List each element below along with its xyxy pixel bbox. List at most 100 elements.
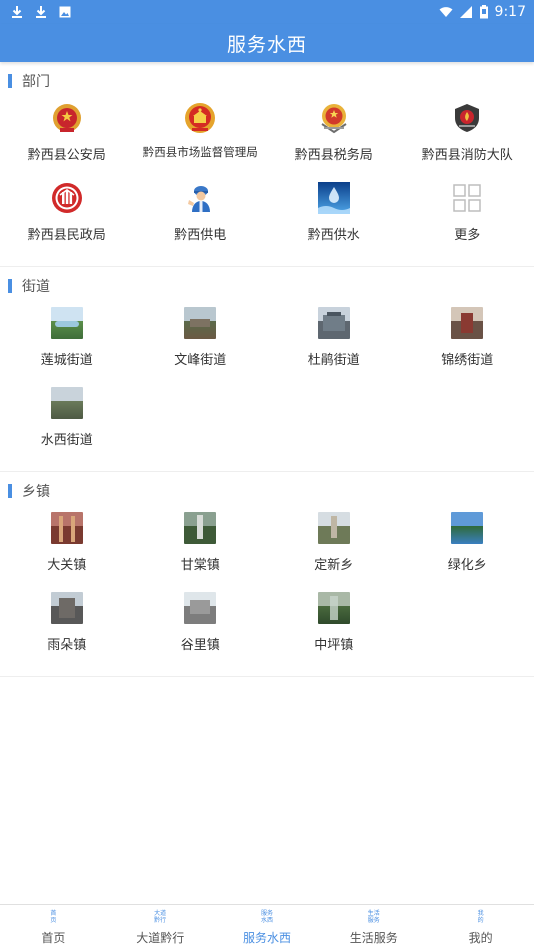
power-worker-icon <box>184 182 216 214</box>
title-bar: 服务水西 <box>0 24 534 62</box>
town-label: 大关镇 <box>47 558 87 573</box>
department-label: 黔西县市场监督管理局 <box>142 145 258 159</box>
nav-label: 首页 <box>41 931 66 945</box>
town-label: 中坪镇 <box>314 638 354 653</box>
town-item[interactable]: 谷里镇 <box>134 590 268 670</box>
town-photo <box>184 512 217 544</box>
nav-icon-text: 页 <box>50 917 57 924</box>
screen: 9:17 服务水西 部门 黔西县公安局 黔西县市场监督管理局 黔西县税务局 黔西… <box>0 0 534 950</box>
department-item[interactable]: 更多 <box>401 180 534 260</box>
department-item[interactable]: 黔西供水 <box>267 180 401 260</box>
bottom-nav: 首 页 首页 大道 黔行 大道黔行 服务 水西 服务水西 生活 服务 生活服务 <box>0 904 534 950</box>
national-emblem-icon <box>184 102 216 134</box>
department-item[interactable]: 黔西供电 <box>134 180 268 260</box>
nav-icon-text: 首 <box>50 910 57 917</box>
town-photo <box>184 592 217 624</box>
police-emblem-icon <box>51 102 83 134</box>
street-item[interactable]: 水西街道 <box>0 385 134 465</box>
street-grid: 莲城街道 文峰街道 杜鹃街道 锦绣街道 水西街道 <box>0 305 534 465</box>
nav-icon-text: 服务 <box>367 917 380 924</box>
town-item[interactable]: 甘棠镇 <box>134 510 268 590</box>
nav-icon-text: 的 <box>477 917 484 924</box>
section-header: 部门 <box>0 62 534 100</box>
tax-emblem-icon <box>318 102 350 134</box>
download-icon <box>12 6 22 18</box>
nav-label: 大道黔行 <box>136 931 185 945</box>
department-label: 黔西县民政局 <box>27 228 106 243</box>
dadao-icon: 大道 黔行 <box>150 909 170 925</box>
street-label: 水西街道 <box>40 433 93 448</box>
town-label: 定新乡 <box>314 558 354 573</box>
department-grid: 黔西县公安局 黔西县市场监督管理局 黔西县税务局 黔西县消防大队 黔西县民政局 … <box>0 100 534 260</box>
department-label: 黔西县税务局 <box>294 148 373 163</box>
nav-service[interactable]: 服务 水西 服务水西 <box>214 905 321 950</box>
nav-life[interactable]: 生活 服务 生活服务 <box>320 905 427 950</box>
nav-icon-text: 水西 <box>260 917 273 924</box>
street-label: 锦绣街道 <box>441 353 494 368</box>
battery-icon <box>479 5 488 19</box>
street-item[interactable]: 锦绣街道 <box>401 305 534 385</box>
life-service-icon: 生活 服务 <box>364 909 384 925</box>
section-towns: 乡镇 大关镇 甘棠镇 定新乡 绿化乡 雨朵镇 谷里镇 中坪镇 <box>0 472 534 677</box>
nav-label: 服务水西 <box>242 931 291 945</box>
section-title: 街道 <box>22 279 50 295</box>
town-photo <box>50 512 83 544</box>
department-label: 黔西县公安局 <box>27 148 106 163</box>
street-photo <box>184 307 217 339</box>
nav-dadao[interactable]: 大道 黔行 大道黔行 <box>107 905 214 950</box>
town-item[interactable]: 雨朵镇 <box>0 590 134 670</box>
street-photo <box>50 307 83 339</box>
fire-emblem-icon <box>451 102 483 134</box>
section-departments: 部门 黔西县公安局 黔西县市场监督管理局 黔西县税务局 黔西县消防大队 黔西县民… <box>0 62 534 267</box>
street-item[interactable]: 文峰街道 <box>134 305 268 385</box>
department-item[interactable]: 黔西县公安局 <box>0 100 134 180</box>
street-photo <box>50 387 83 419</box>
street-item[interactable]: 莲城街道 <box>0 305 134 385</box>
nav-label: 我的 <box>468 931 493 945</box>
home-icon: 首 页 <box>43 909 63 925</box>
town-grid: 大关镇 甘棠镇 定新乡 绿化乡 雨朵镇 谷里镇 中坪镇 <box>0 510 534 670</box>
profile-icon: 我 的 <box>471 909 491 925</box>
image-icon <box>59 6 71 18</box>
town-item[interactable]: 大关镇 <box>0 510 134 590</box>
section-header: 乡镇 <box>0 472 534 510</box>
status-time: 9:17 <box>494 4 526 20</box>
town-item[interactable]: 中坪镇 <box>267 590 401 670</box>
street-photo <box>317 307 350 339</box>
section-title: 部门 <box>22 74 50 90</box>
street-label: 文峰街道 <box>174 353 227 368</box>
street-label: 杜鹃街道 <box>307 353 360 368</box>
service-icon: 服务 水西 <box>257 909 277 925</box>
section-title: 乡镇 <box>22 484 50 500</box>
street-item[interactable]: 杜鹃街道 <box>267 305 401 385</box>
nav-icon-text: 大道 <box>154 910 167 917</box>
town-label: 雨朵镇 <box>47 638 87 653</box>
section-streets: 街道 莲城街道 文峰街道 杜鹃街道 锦绣街道 水西街道 <box>0 267 534 472</box>
street-photo <box>451 307 484 339</box>
town-photo <box>317 592 350 624</box>
town-photo <box>317 512 350 544</box>
status-left <box>10 5 72 19</box>
street-label: 莲城街道 <box>40 353 93 368</box>
nav-icon-text: 服务 <box>260 910 273 917</box>
department-item[interactable]: 黔西县市场监督管理局 <box>134 100 268 180</box>
department-label: 黔西供水 <box>307 228 360 243</box>
town-photo <box>451 512 484 544</box>
nav-mine[interactable]: 我 的 我的 <box>427 905 534 950</box>
nav-home[interactable]: 首 页 首页 <box>0 905 107 950</box>
wifi-icon <box>439 7 453 17</box>
department-item[interactable]: 黔西县消防大队 <box>401 100 534 180</box>
section-header: 街道 <box>0 267 534 305</box>
section-marker <box>8 484 12 498</box>
status-right: 9:17 <box>439 4 526 20</box>
town-item[interactable]: 绿化乡 <box>401 510 534 590</box>
status-bar: 9:17 <box>0 0 534 24</box>
department-item[interactable]: 黔西县税务局 <box>267 100 401 180</box>
section-marker <box>8 74 12 88</box>
civil-affairs-emblem-icon <box>51 182 83 214</box>
town-item[interactable]: 定新乡 <box>267 510 401 590</box>
department-label: 更多 <box>454 228 481 243</box>
department-item[interactable]: 黔西县民政局 <box>0 180 134 260</box>
nav-icon-text: 黔行 <box>154 917 167 924</box>
water-icon <box>317 182 350 214</box>
